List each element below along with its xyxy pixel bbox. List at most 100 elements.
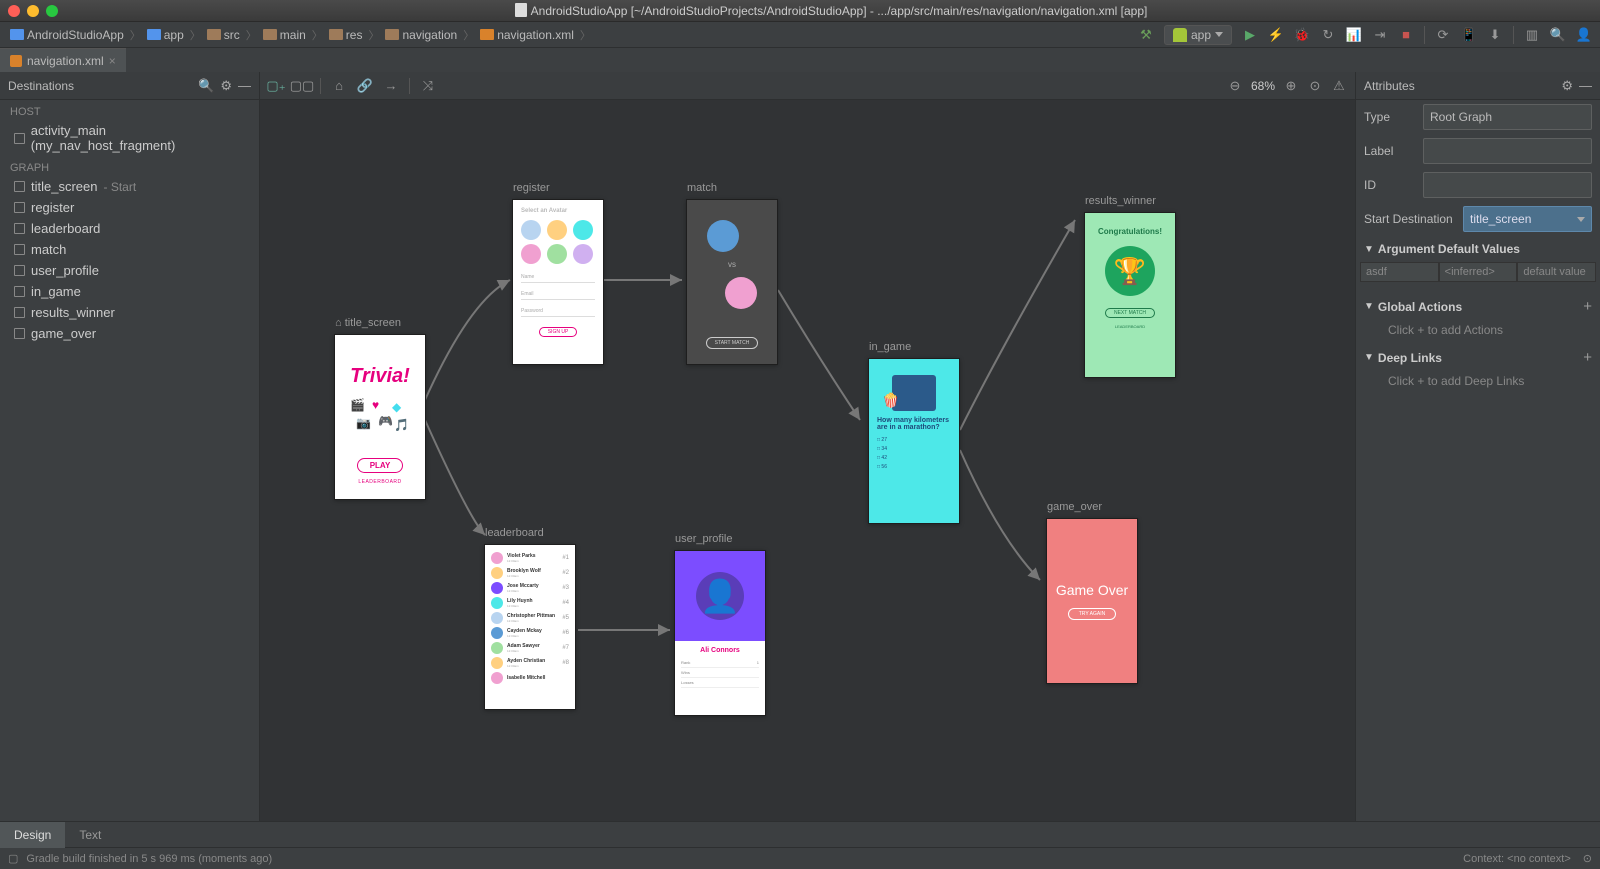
link-icon[interactable]: 🔗 [357,78,373,94]
destination-icon [14,286,25,297]
attr-id-input[interactable] [1423,172,1592,198]
gear-icon[interactable]: ⚙ [1561,78,1573,94]
attr-label-label: Label [1364,144,1419,158]
sync-icon[interactable]: ⟳ [1435,27,1451,43]
home-icon[interactable]: ⌂ [331,78,347,94]
minimize-icon[interactable]: — [1579,78,1592,93]
option: □ 56 [877,464,951,470]
breadcrumb[interactable]: res [327,27,365,43]
name-field: Name [521,272,595,283]
tab-design[interactable]: Design [0,822,65,848]
maximize-window-icon[interactable] [46,5,58,17]
graph-item-user-profile[interactable]: user_profile [0,260,259,281]
search-icon[interactable]: 🔍 [1550,27,1566,43]
breadcrumb[interactable]: navigation [383,27,459,43]
screen-label: leaderboard [485,527,544,539]
stop-icon[interactable]: ■ [1398,27,1414,43]
screen-label: user_profile [675,533,732,545]
debug-icon[interactable]: 🐞 [1294,27,1310,43]
screen-leaderboard[interactable]: leaderboard Violet Parks12:00am#1 Brookl… [484,544,576,710]
screen-user-profile[interactable]: user_profile 👤 Ali Connors Rank1 Wins Lo… [674,550,766,716]
screen-match[interactable]: match vs START MATCH [686,199,778,365]
graph-item-title-screen[interactable]: title_screen - Start [0,176,259,197]
zoom-level[interactable]: 68% [1251,79,1275,93]
start-destination-select[interactable]: title_screen [1463,206,1592,232]
option: □ 27 [877,437,951,443]
arg-defaults-table[interactable]: asdf<inferred>default value [1356,262,1600,282]
graph-item-in-game[interactable]: in_game [0,281,259,302]
editor-tab-navigation[interactable]: navigation.xml × [0,48,126,72]
leaderboard-link: LEADERBOARD [358,479,401,485]
zoom-in-icon[interactable]: ⊕ [1283,78,1299,94]
lb-row: Jose Mccarty12:00am#3 [491,582,569,594]
build-icon[interactable]: ⚒ [1138,27,1154,43]
zoom-fit-icon[interactable]: ⊙ [1307,78,1323,94]
panel-title: Attributes [1364,79,1555,93]
attach-debugger-icon[interactable]: ⇥ [1372,27,1388,43]
signup-button: SIGN UP [539,327,578,337]
add-deeplink-icon[interactable]: + [1583,349,1592,366]
attr-start-label: Start Destination [1364,212,1459,226]
global-actions-header[interactable]: ▼Global Actions+ [1356,292,1600,321]
arg-defaults-header[interactable]: ▼Argument Default Values [1356,236,1600,262]
host-item[interactable]: activity_main (my_nav_host_fragment) [0,120,259,156]
screen-title[interactable]: ⌂ title_screen Trivia! 🎬♥◆ 📷🎮🎵 PLAY LEAD… [334,334,426,500]
nested-graph-icon[interactable]: ▢▢ [294,78,310,94]
zoom-out-icon[interactable]: ⊖ [1227,78,1243,94]
attr-label-input[interactable] [1423,138,1592,164]
breadcrumb[interactable]: main [261,27,308,43]
close-window-icon[interactable] [8,5,20,17]
graph-item-results-winner[interactable]: results_winner [0,302,259,323]
add-action-icon[interactable]: + [1583,298,1592,315]
coverage-icon[interactable]: ↻ [1320,27,1336,43]
game-over-text: Game Over [1056,582,1128,598]
folder-icon [385,29,399,40]
screen-in-game[interactable]: in_game 🍿 How many kilometers are in a m… [868,358,960,524]
screen-game-over[interactable]: game_over Game Over TRY AGAIN [1046,518,1138,684]
deep-links-header[interactable]: ▼Deep Links+ [1356,343,1600,372]
minimize-icon[interactable]: — [238,78,251,93]
breadcrumb[interactable]: app [145,27,186,43]
search-icon[interactable]: 🔍 [198,78,214,94]
stat-row: Losses [681,678,759,688]
screen-register[interactable]: register Select an Avatar Name Email Pas… [512,199,604,365]
structure-icon[interactable]: ▥ [1524,27,1540,43]
attr-type-input[interactable] [1423,104,1592,130]
nav-graph-canvas[interactable]: ⌂ title_screen Trivia! 🎬♥◆ 📷🎮🎵 PLAY LEAD… [260,100,1355,821]
run-config-selector[interactable]: app [1164,25,1232,45]
tab-text[interactable]: Text [65,822,115,848]
new-destination-icon[interactable]: ▢₊ [268,78,284,94]
close-tab-icon[interactable]: × [109,54,116,68]
gear-icon[interactable]: ⚙ [220,78,232,94]
trivia-icons: 🎬♥◆ 📷🎮🎵 [350,398,410,443]
apply-changes-icon[interactable]: ⚡ [1268,27,1284,43]
graph-item-register[interactable]: register [0,197,259,218]
run-icon[interactable]: ▶ [1242,27,1258,43]
android-icon [1173,28,1187,42]
module-icon [147,29,161,40]
destination-icon [14,133,25,144]
screen-label: register [513,182,550,194]
lb-row: Adam Sawyer12:00am#7 [491,642,569,654]
graph-item-leaderboard[interactable]: leaderboard [0,218,259,239]
sdk-icon[interactable]: ⬇ [1487,27,1503,43]
graph-item-game-over[interactable]: game_over [0,323,259,344]
context-info[interactable]: Context: <no context> [1463,853,1571,865]
breadcrumb[interactable]: AndroidStudioApp [8,27,126,43]
tool-window-icon[interactable]: ▢ [8,852,18,865]
graph-item-match[interactable]: match [0,239,259,260]
warning-icon[interactable]: ⚠ [1331,78,1347,94]
profiler-icon[interactable]: 📊 [1346,27,1362,43]
inspector-icon[interactable]: ⊙ [1583,852,1592,865]
start-match-button: START MATCH [706,337,759,349]
avatar-icon[interactable]: 👤 [1576,27,1592,43]
action-arrow-icon[interactable]: → [383,78,399,94]
avd-icon[interactable]: 📱 [1461,27,1477,43]
breadcrumb[interactable]: navigation.xml [478,27,576,43]
screen-results-winner[interactable]: results_winner Congratulations! 🏆 NEXT M… [1084,212,1176,378]
destination-icon [14,265,25,276]
screen-label: results_winner [1085,195,1156,207]
auto-arrange-icon[interactable]: ⤨ [420,78,436,94]
minimize-window-icon[interactable] [27,5,39,17]
breadcrumb[interactable]: src [205,27,242,43]
